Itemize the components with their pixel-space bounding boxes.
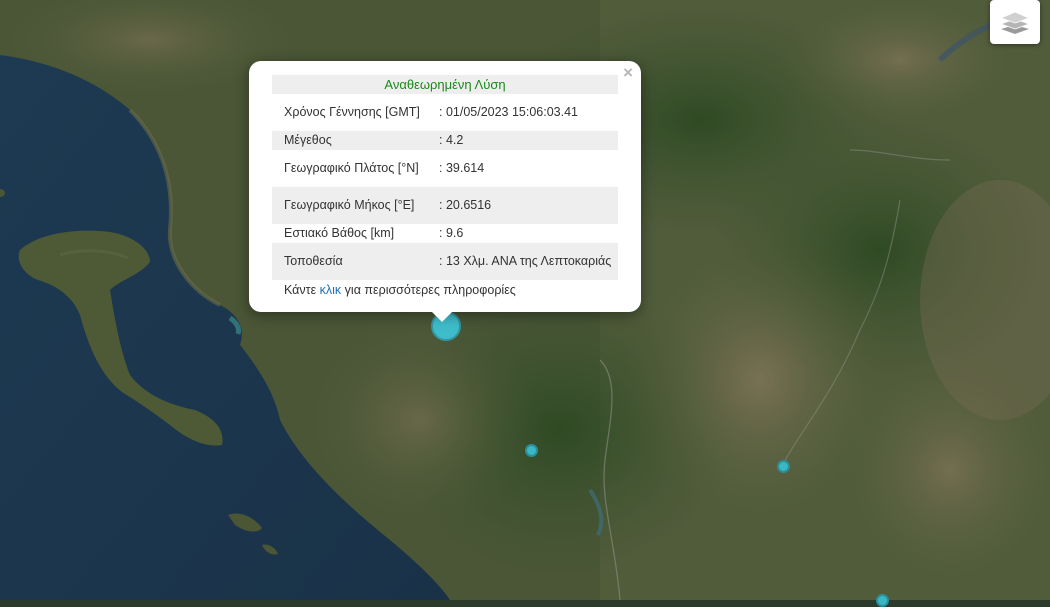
detail-value: : 20.6516: [439, 198, 492, 212]
more-info-suffix: για περισσότερες πληροφορίες: [341, 283, 516, 297]
detail-value: : 9.6: [439, 226, 464, 240]
detail-label: Γεωγραφικό Πλάτος [°N]: [284, 161, 419, 175]
popup-title: Αναθεωρημένη Λύση: [272, 75, 618, 94]
detail-row-location: Τοποθεσία : 13 Χλμ. ΑΝΑ της Λεπτοκαριάς: [272, 243, 618, 280]
earthquake-marker[interactable]: [876, 594, 889, 607]
earthquake-marker[interactable]: [777, 460, 790, 473]
detail-value: : 4.2: [439, 133, 464, 147]
close-popup-button[interactable]: ×: [623, 63, 633, 83]
detail-row-depth: Εστιακό Βάθος [km] : 9.6: [272, 224, 618, 243]
detail-value: : 39.614: [439, 161, 485, 175]
detail-label: Χρόνος Γέννησης [GMT]: [284, 105, 420, 119]
detail-label: Γεωγραφικό Μήκος [°E]: [284, 198, 415, 212]
detail-row-magnitude: Μέγεθος : 4.2: [272, 131, 618, 150]
detail-row-latitude: Γεωγραφικό Πλάτος [°N] : 39.614: [272, 150, 618, 187]
more-info-text: Κάντε κλικ για περισσότερες πληροφορίες: [272, 283, 618, 297]
detail-label: Τοποθεσία: [284, 254, 343, 268]
layers-icon: [1000, 11, 1030, 34]
detail-value: : 01/05/2023 15:06:03.41: [439, 105, 579, 119]
earthquake-marker[interactable]: [525, 444, 538, 457]
detail-row-longitude: Γεωγραφικό Μήκος [°E] : 20.6516: [272, 187, 618, 224]
detail-label: Εστιακό Βάθος [km]: [284, 226, 395, 240]
detail-label: Μέγεθος: [284, 133, 332, 147]
more-info-link[interactable]: κλικ: [320, 283, 342, 297]
more-info-prefix: Κάντε: [284, 283, 320, 297]
detail-row-origin-time: Χρόνος Γέννησης [GMT] : 01/05/2023 15:06…: [272, 94, 618, 131]
popup-tip: [431, 311, 453, 322]
layers-control-button[interactable]: [990, 0, 1040, 44]
event-info-popup: × Αναθεωρημένη Λύση Χρόνος Γέννησης [GMT…: [249, 61, 641, 312]
detail-value: : 13 Χλμ. ΑΝΑ της Λεπτοκαριάς: [439, 254, 612, 268]
event-details: Αναθεωρημένη Λύση Χρόνος Γέννησης [GMT] …: [272, 75, 618, 297]
